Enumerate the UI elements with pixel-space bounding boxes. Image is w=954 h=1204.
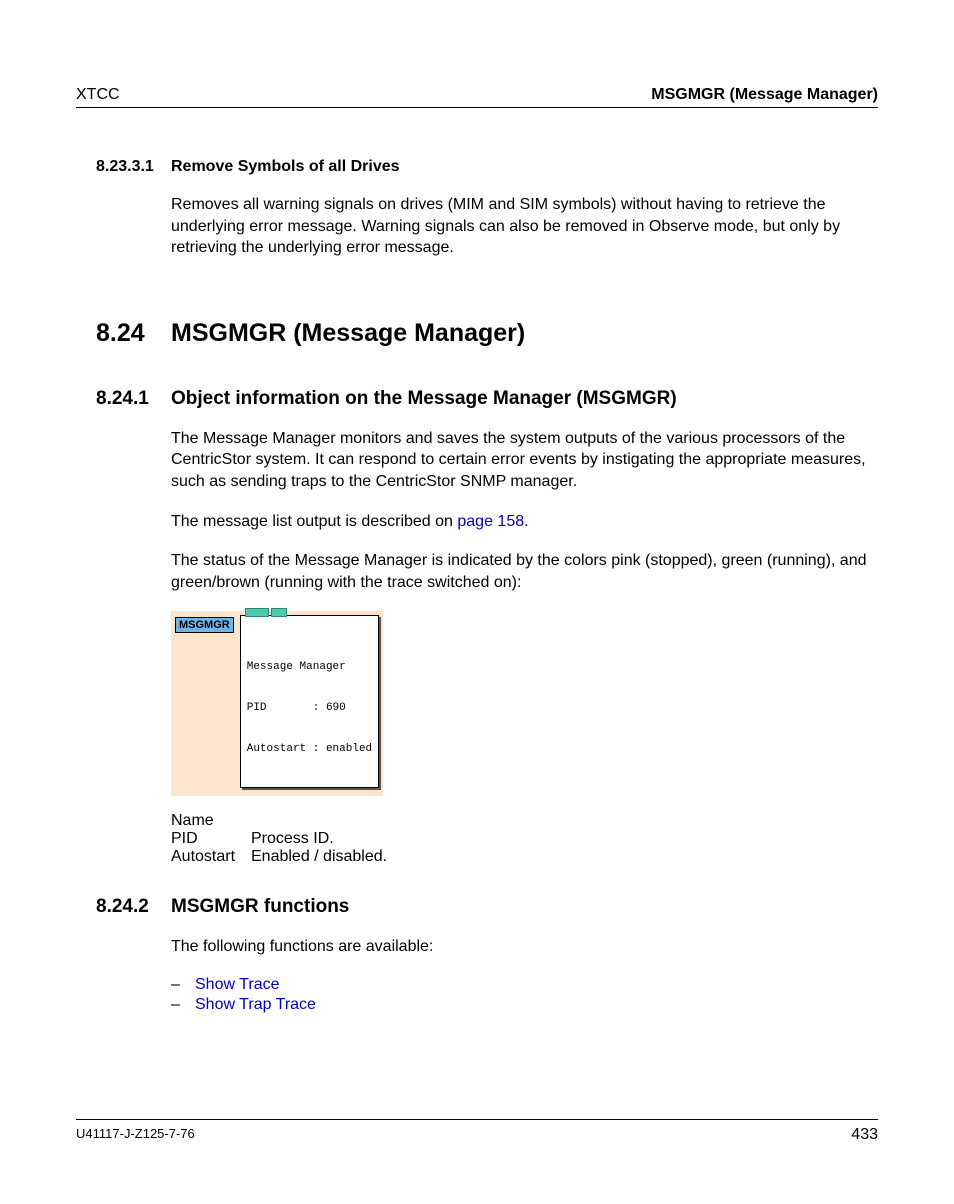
msgmgr-figure: MSGMGR Message Manager PID : 690 Autosta… — [171, 611, 383, 796]
header-right: MSGMGR (Message Manager) — [651, 86, 878, 104]
page-link[interactable]: page 158 — [457, 513, 524, 530]
def-term: Autostart — [171, 848, 251, 866]
status-chip-icon — [245, 608, 269, 617]
section-8-24-2-intro: The following functions are available: — [171, 936, 878, 958]
def-desc: Process ID. — [251, 830, 334, 848]
footer-doc-id: U41117-J-Z125-7-76 — [76, 1126, 195, 1144]
msgmgr-label-box: MSGMGR — [175, 617, 234, 633]
def-term: PID — [171, 830, 251, 848]
section-8-24-1-p2: The message list output is described on … — [171, 511, 878, 533]
section-8-23-3-1-body: Removes all warning signals on drives (M… — [171, 194, 878, 259]
section-8-24-heading: 8.24MSGMGR (Message Manager) — [76, 319, 878, 348]
section-title: Remove Symbols of all Drives — [171, 158, 400, 175]
definition-row: Name — [171, 812, 878, 830]
section-8-24-2-heading: 8.24.2MSGMGR functions — [76, 896, 878, 918]
section-8-23-3-1-heading: 8.23.3.1Remove Symbols of all Drives — [76, 158, 878, 176]
section-8-24-1-p1: The Message Manager monitors and saves t… — [171, 428, 878, 493]
header-left: XTCC — [76, 86, 120, 104]
section-title: MSGMGR functions — [171, 896, 349, 917]
status-chip-icon — [271, 608, 287, 617]
definition-row: Autostart Enabled / disabled. — [171, 848, 878, 866]
section-8-24-1-heading: 8.24.1Object information on the Message … — [76, 388, 878, 410]
section-number: 8.24.1 — [96, 388, 171, 410]
text-run: The message list output is described on — [171, 513, 457, 530]
tooltip-line: Autostart : enabled — [247, 743, 372, 757]
section-number: 8.23.3.1 — [96, 158, 171, 176]
status-chips — [245, 608, 287, 617]
dash-icon: – — [171, 996, 195, 1014]
function-list: – Show Trace – Show Trap Trace — [171, 976, 878, 1014]
definitions-list: Name PID Process ID. Autostart Enabled /… — [171, 812, 878, 866]
text-run: . — [524, 513, 528, 530]
list-item: – Show Trace — [171, 976, 878, 994]
show-trap-trace-link[interactable]: Show Trap Trace — [195, 996, 316, 1014]
tooltip-line: PID : 690 — [247, 702, 372, 716]
tooltip-line: Message Manager — [247, 661, 372, 675]
footer-page-number: 433 — [851, 1126, 878, 1144]
definition-row: PID Process ID. — [171, 830, 878, 848]
section-title: MSGMGR (Message Manager) — [171, 319, 525, 347]
show-trace-link[interactable]: Show Trace — [195, 976, 279, 994]
section-number: 8.24 — [96, 319, 171, 348]
dash-icon: – — [171, 976, 195, 994]
def-desc: Enabled / disabled. — [251, 848, 387, 866]
def-term: Name — [171, 812, 251, 830]
section-8-24-1-p3: The status of the Message Manager is ind… — [171, 550, 878, 593]
section-title: Object information on the Message Manage… — [171, 388, 677, 409]
list-item: – Show Trap Trace — [171, 996, 878, 1014]
page-footer: U41117-J-Z125-7-76 433 — [76, 1119, 878, 1144]
page-header: XTCC MSGMGR (Message Manager) — [76, 86, 878, 108]
section-number: 8.24.2 — [96, 896, 171, 918]
msgmgr-tooltip: Message Manager PID : 690 Autostart : en… — [240, 615, 379, 788]
